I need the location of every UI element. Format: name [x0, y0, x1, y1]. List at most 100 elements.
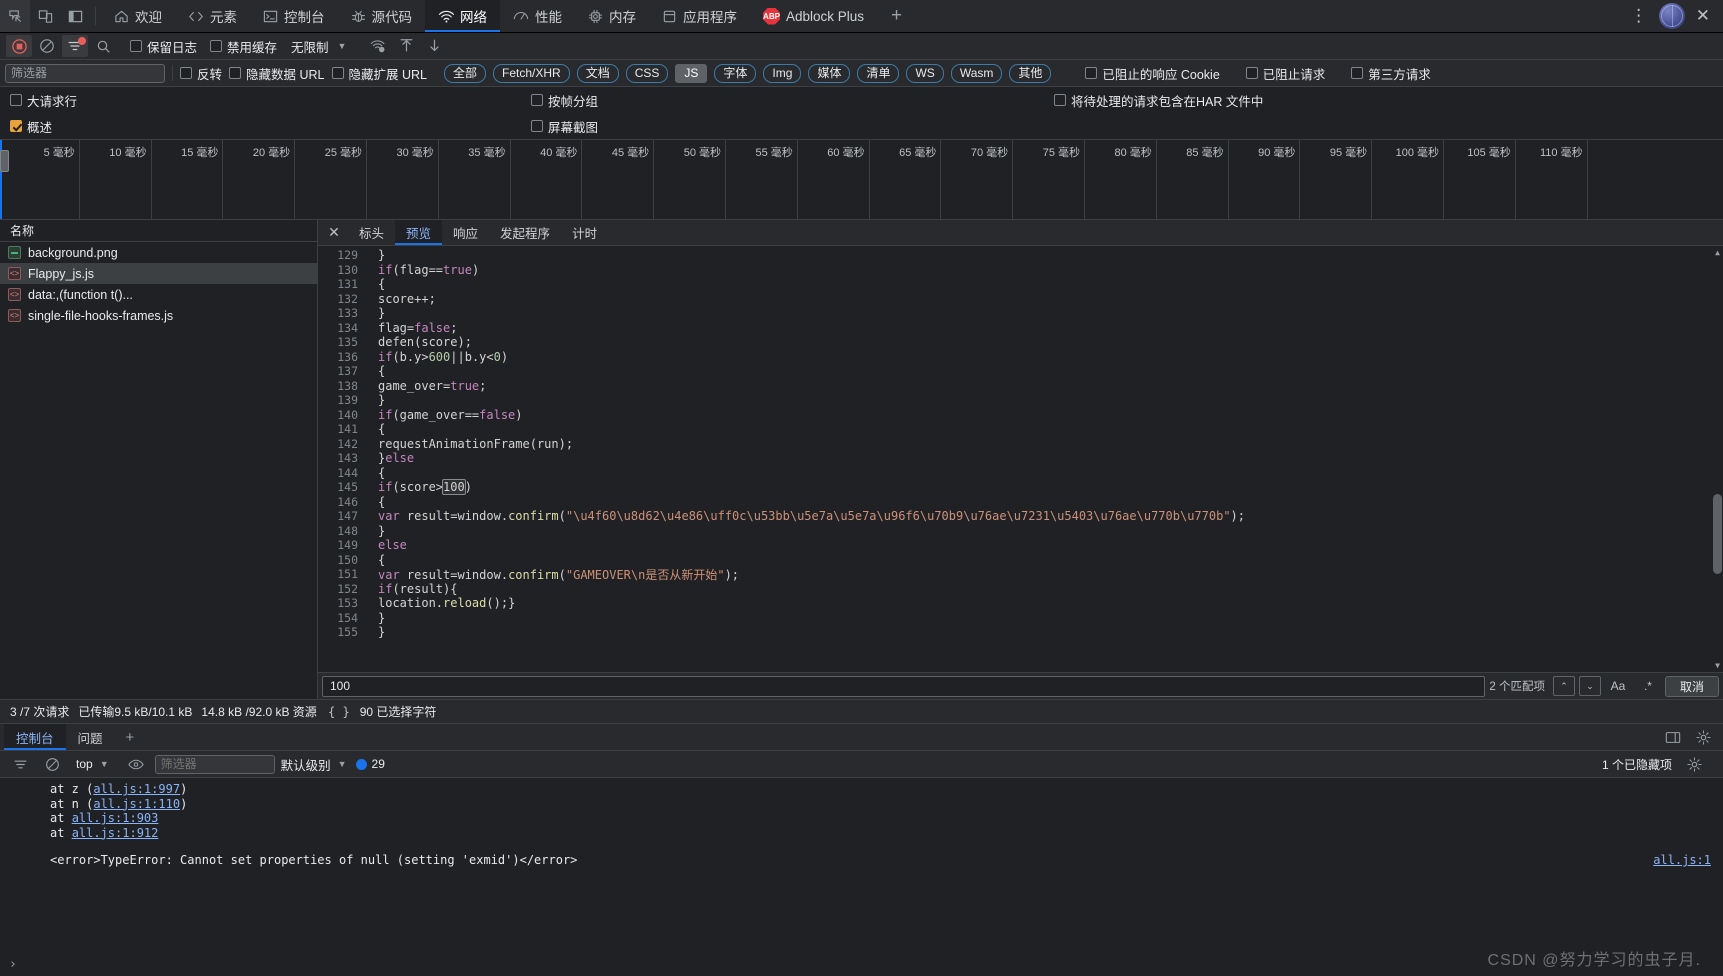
avatar[interactable]: [1658, 3, 1685, 29]
device-toolbar-icon[interactable]: [30, 0, 60, 32]
filter-input[interactable]: [5, 63, 165, 83]
big-request-rows-checkbox[interactable]: 大请求行: [10, 91, 77, 110]
console-context-selector[interactable]: top ▼: [71, 756, 117, 772]
list-item[interactable]: background.png: [0, 242, 317, 263]
drawer-tab-issues[interactable]: 问题: [66, 724, 115, 750]
find-next-button[interactable]: ⌄: [1578, 676, 1601, 696]
search-icon[interactable]: [90, 35, 116, 57]
record-button[interactable]: [6, 35, 32, 57]
list-item[interactable]: <> data:,(function t()...: [0, 284, 317, 305]
find-input[interactable]: [322, 675, 1486, 697]
close-detail-icon[interactable]: ✕: [320, 220, 348, 245]
export-har-icon[interactable]: [421, 35, 447, 57]
console-message-count[interactable]: 29: [355, 757, 385, 771]
har-pending-checkbox[interactable]: 将待处理的请求包含在HAR 文件中: [1054, 91, 1263, 110]
error-source-link[interactable]: all.js:1: [1653, 853, 1711, 867]
list-item[interactable]: <> single-file-hooks-frames.js: [0, 305, 317, 326]
console-no-entry-icon[interactable]: [39, 753, 65, 775]
console-output[interactable]: at z (all.js:1:997) at n (all.js:1:110) at…: [0, 778, 1723, 952]
network-settings-icon[interactable]: [365, 35, 391, 57]
type-filter-js[interactable]: JS: [675, 63, 708, 83]
type-filter-manifest[interactable]: 清单: [857, 63, 900, 83]
console-prompt[interactable]: ›: [0, 952, 1723, 976]
type-filter-doc[interactable]: 文档: [576, 63, 619, 83]
blocked-requests-checkbox[interactable]: 已阻止请求: [1245, 64, 1325, 83]
layout-panel-icon[interactable]: [1660, 726, 1686, 748]
tab-response[interactable]: 响应: [442, 220, 489, 245]
scroll-up-arrow[interactable]: ▲: [1713, 248, 1722, 257]
throttling-select[interactable]: 无限制: [287, 37, 333, 56]
type-filter-font[interactable]: 字体: [714, 63, 757, 83]
panel-tab-adblock[interactable]: ABP Adblock Plus: [750, 0, 877, 32]
code-token: (b.y>: [392, 349, 429, 364]
overview-checkbox[interactable]: 概述: [10, 117, 52, 136]
list-item[interactable]: <> Flappy_js.js: [0, 263, 317, 284]
source-link[interactable]: all.js:1:997: [93, 782, 180, 796]
type-filter-fetch-xhr[interactable]: Fetch/XHR: [493, 63, 570, 83]
hide-extension-urls-checkbox[interactable]: 隐藏扩展 URL: [331, 64, 427, 83]
chevron-down-icon: ▼: [99, 759, 109, 769]
hide-data-urls-checkbox[interactable]: 隐藏数据 URL: [229, 64, 325, 83]
type-filter-ws[interactable]: WS: [906, 63, 944, 83]
panel-tab-memory[interactable]: 内存: [575, 0, 649, 32]
tab-initiator[interactable]: 发起程序: [489, 220, 561, 245]
panel-tab-performance[interactable]: 性能: [500, 0, 575, 32]
type-filter-media[interactable]: 媒体: [808, 63, 851, 83]
source-link[interactable]: all.js:1:110: [93, 797, 180, 811]
console-settings-icon[interactable]: [1681, 753, 1707, 775]
pretty-print-button[interactable]: { }: [328, 705, 350, 719]
console-filter-input[interactable]: [154, 754, 275, 774]
overview-box: [10, 120, 22, 132]
panel-tab-welcome[interactable]: 欢迎: [101, 0, 175, 32]
type-filter-css[interactable]: CSS: [625, 63, 669, 83]
panel-tab-network[interactable]: 网络: [425, 0, 500, 32]
invert-checkbox[interactable]: 反转: [180, 64, 222, 83]
live-expression-eye-icon[interactable]: [123, 753, 149, 775]
scroll-down-arrow[interactable]: ▼: [1713, 661, 1722, 670]
console-clear-icon[interactable]: [7, 753, 33, 775]
add-panel-button[interactable]: +: [877, 0, 916, 32]
group-by-frame-checkbox[interactable]: 按帧分组: [531, 91, 598, 110]
drawer-add-tab-button[interactable]: +: [115, 724, 146, 750]
preserve-log-checkbox[interactable]: 保留日志: [130, 37, 197, 56]
third-party-requests-checkbox[interactable]: 第三方请求: [1351, 64, 1431, 83]
type-filter-wasm[interactable]: Wasm: [950, 63, 1003, 83]
type-filter-other[interactable]: 其他: [1009, 63, 1052, 83]
find-regex-toggle[interactable]: .*: [1635, 676, 1661, 696]
type-filter-img[interactable]: Img: [763, 63, 802, 83]
drawer-settings-icon[interactable]: [1690, 726, 1716, 748]
chevron-down-icon[interactable]: ▼: [335, 41, 350, 51]
clear-button[interactable]: [34, 35, 60, 57]
drawer-tab-console[interactable]: 控制台: [4, 724, 66, 750]
dock-side-icon[interactable]: [60, 0, 90, 32]
panel-tab-elements[interactable]: 元素: [175, 0, 250, 32]
find-prev-button[interactable]: ⌃: [1552, 676, 1575, 696]
tab-timing[interactable]: 计时: [561, 220, 608, 245]
import-har-icon[interactable]: [393, 35, 419, 57]
code-preview-viewer[interactable]: 129} 130 if(flag==true) 131{132 score++; 133}…: [318, 246, 1723, 672]
panel-tab-sources[interactable]: 源代码: [338, 0, 426, 32]
close-icon[interactable]: ✕: [1687, 6, 1719, 26]
console-level-selector[interactable]: 默认级别 ▼: [281, 755, 350, 774]
more-options-icon[interactable]: ⋮: [1622, 6, 1657, 26]
tab-headers[interactable]: 标头: [348, 220, 395, 245]
panel-tab-console[interactable]: 控制台: [250, 0, 338, 32]
type-filter-all[interactable]: 全部: [443, 63, 486, 83]
network-timeline-overview[interactable]: 5 毫秒 10 毫秒 15 毫秒 20 毫秒 25 毫秒 30 毫秒 35 毫秒 40 毫秒 4…: [0, 140, 1723, 220]
cancel-button[interactable]: 取消: [1664, 675, 1719, 697]
screenshots-checkbox[interactable]: 屏幕截图: [531, 117, 598, 136]
inspect-element-icon[interactable]: [0, 0, 30, 32]
code-text: {: [370, 422, 385, 436]
source-link[interactable]: all.js:1:903: [72, 811, 159, 825]
code-scrollbar[interactable]: [1713, 494, 1722, 574]
find-match-case-toggle[interactable]: Aa: [1605, 676, 1631, 696]
source-link[interactable]: all.js:1:912: [72, 826, 159, 840]
code-line: 145 if(score>100): [318, 479, 1723, 496]
code-text: game_over=true;: [370, 379, 486, 393]
filter-toggle-button[interactable]: [62, 35, 88, 57]
panel-tab-application[interactable]: 应用程序: [649, 0, 750, 32]
line-number: 145: [337, 480, 358, 495]
tab-preview[interactable]: 预览: [395, 220, 443, 245]
blocked-response-cookies-checkbox[interactable]: 已阻止的响应 Cookie: [1085, 64, 1220, 83]
disable-cache-checkbox[interactable]: 禁用缓存: [210, 37, 277, 56]
